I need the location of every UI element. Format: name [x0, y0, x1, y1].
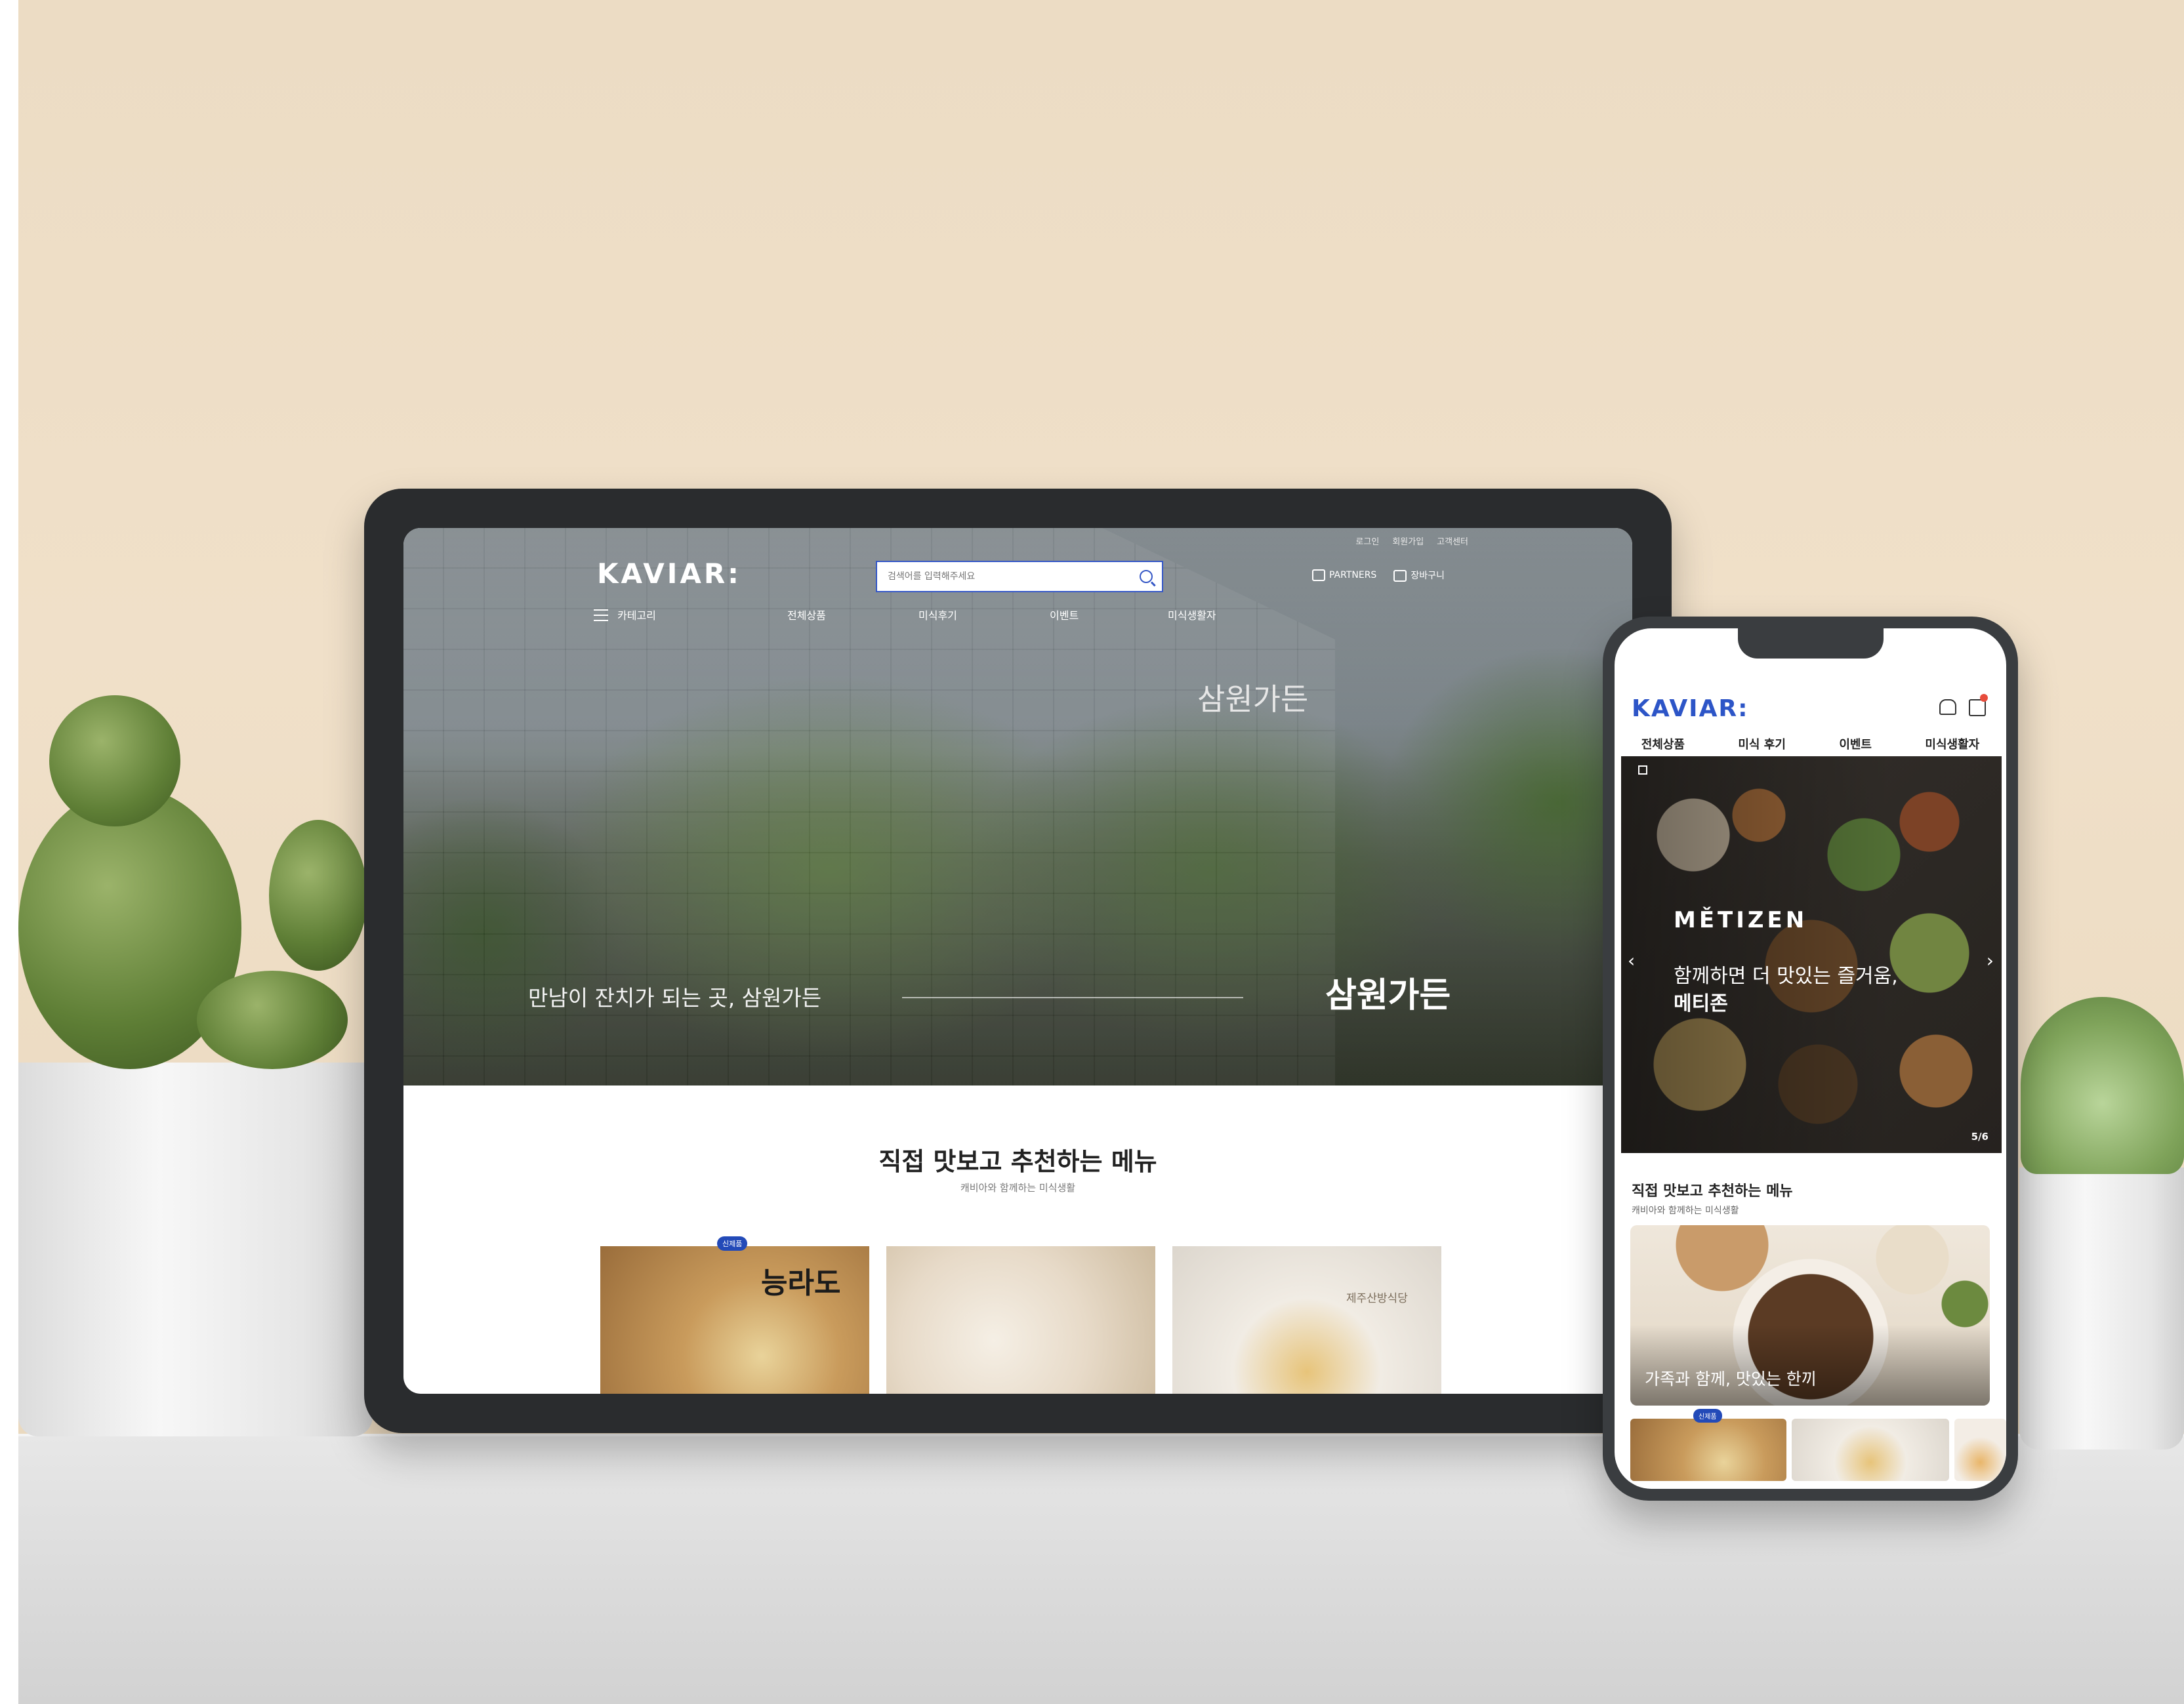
nav-events[interactable]: 이벤트: [1050, 607, 1168, 622]
hamburger-icon: [594, 609, 608, 621]
login-link[interactable]: 로그인: [1355, 535, 1379, 547]
new-product-badge: 신제품: [717, 1236, 748, 1251]
prev-arrow-icon[interactable]: ‹: [1628, 950, 1635, 971]
section-subtitle: 캐비아와 함께하는 미식생활: [1632, 1206, 1739, 1216]
hero-caption: 만남이 잔치가 되는 곳, 삼원가든: [528, 985, 822, 1011]
hero-caption: 함께하면 더 맛있는 즐거움,: [1674, 965, 1898, 988]
utility-links: 로그인 회원가입 고객센터: [1355, 535, 1468, 547]
nav-gourmet[interactable]: 미식생활자: [1168, 607, 1216, 622]
hero-brand-logo: 삼원가든: [1325, 975, 1451, 1015]
featured-caption: 가족과 함께, 맛있는 한끼: [1645, 1369, 1817, 1389]
tablet-screen: 로그인 회원가입 고객센터 KAVIAR: PARTNERS 장바구니 카테고리…: [403, 528, 1632, 1394]
search-bar[interactable]: [876, 561, 1163, 592]
product-thumb-2[interactable]: [1792, 1419, 1949, 1481]
phone-notch: [1738, 628, 1884, 659]
hero-caption-bold: 메티존: [1674, 992, 1728, 1015]
banner-indicator-icon: [1638, 765, 1647, 775]
kaviar-logo[interactable]: KAVIAR:: [1632, 695, 1749, 722]
hero-overlay: [1621, 756, 2002, 1153]
category-label: 카테고리: [617, 609, 656, 622]
slide-counter: 5/6: [1971, 1131, 1988, 1143]
product-thumb-1[interactable]: [1630, 1419, 1786, 1481]
cactus-small: [197, 971, 348, 1069]
nav-reviews[interactable]: 미식후기: [918, 607, 1050, 622]
cart-icon: [1393, 570, 1407, 582]
succulent-plant: [2021, 997, 2184, 1174]
cart-label: 장바구니: [1411, 571, 1445, 581]
nav-all-products[interactable]: 전체상품: [787, 607, 918, 622]
partners-label: PARTNERS: [1329, 570, 1377, 580]
section-title: 직접 맛보고 추천하는 메뉴: [878, 1147, 1157, 1176]
building-sign: 삼원가든: [1197, 681, 1309, 717]
chef-hat-icon: [1312, 569, 1325, 581]
featured-card[interactable]: 가족과 함께, 맛있는 한끼: [1630, 1225, 1990, 1406]
section-subtitle: 캐비아와 함께하는 미식생활: [960, 1182, 1076, 1194]
cactus-right: [269, 820, 367, 971]
nav-all-products[interactable]: 전체상품: [1641, 735, 1685, 752]
nav-reviews[interactable]: 미식 후기: [1738, 735, 1786, 752]
hero-divider: [902, 997, 1243, 998]
cart-link[interactable]: 장바구니: [1393, 569, 1445, 582]
search-input[interactable]: [886, 571, 1140, 582]
right-plant-pot: [2019, 1167, 2184, 1450]
category-menu-button[interactable]: 카테고리: [594, 607, 787, 622]
product-card-3[interactable]: 제주산방식당: [1172, 1246, 1441, 1394]
cart-count-badge: [1980, 694, 1988, 702]
nav-gourmet[interactable]: 미식생활자: [1925, 735, 1979, 752]
left-plant-pot: [18, 1063, 373, 1436]
main-nav: 카테고리 전체상품 미식후기 이벤트 미식생활자: [594, 607, 1216, 622]
mobile-hero-banner[interactable]: ‹ › MĚTIZEN 함께하면 더 맛있는 즐거움, 메티존 5/6: [1621, 756, 2002, 1153]
search-icon[interactable]: [1140, 570, 1153, 583]
product-card-2[interactable]: [886, 1246, 1155, 1394]
phone-device: KAVIAR: 전체상품 미식 후기 이벤트 미식생활자 ‹ › MĚTIZEN…: [1603, 617, 2018, 1501]
support-link[interactable]: 고객센터: [1437, 535, 1468, 547]
kaviar-logo[interactable]: KAVIAR:: [597, 558, 741, 590]
nav-events[interactable]: 이벤트: [1839, 735, 1872, 752]
tablet-device: 로그인 회원가입 고객센터 KAVIAR: PARTNERS 장바구니 카테고리…: [364, 489, 1672, 1433]
card-brand-logo: 제주산방식당: [1346, 1292, 1408, 1305]
product-thumb-3[interactable]: [1954, 1419, 2006, 1481]
next-arrow-icon[interactable]: ›: [1987, 950, 1994, 971]
product-card-1[interactable]: 능라도: [600, 1246, 869, 1394]
chef-hat-icon[interactable]: [1939, 699, 1956, 715]
signup-link[interactable]: 회원가입: [1392, 535, 1424, 547]
partners-link[interactable]: PARTNERS: [1312, 569, 1376, 581]
tablet-hero-banner[interactable]: 로그인 회원가입 고객센터 KAVIAR: PARTNERS 장바구니 카테고리…: [403, 528, 1632, 1085]
mobile-nav: 전체상품 미식 후기 이벤트 미식생활자: [1615, 735, 2006, 752]
phone-screen: KAVIAR: 전체상품 미식 후기 이벤트 미식생활자 ‹ › MĚTIZEN…: [1615, 628, 2006, 1489]
section-title: 직접 맛보고 추천하는 메뉴: [1632, 1183, 1793, 1200]
hero-brand-logo: MĚTIZEN: [1674, 907, 1808, 933]
new-product-badge: 신제품: [1693, 1409, 1722, 1423]
header-actions: PARTNERS 장바구니: [1312, 569, 1445, 582]
card-brand-logo: 능라도: [761, 1267, 841, 1300]
cactus-top: [49, 695, 180, 826]
